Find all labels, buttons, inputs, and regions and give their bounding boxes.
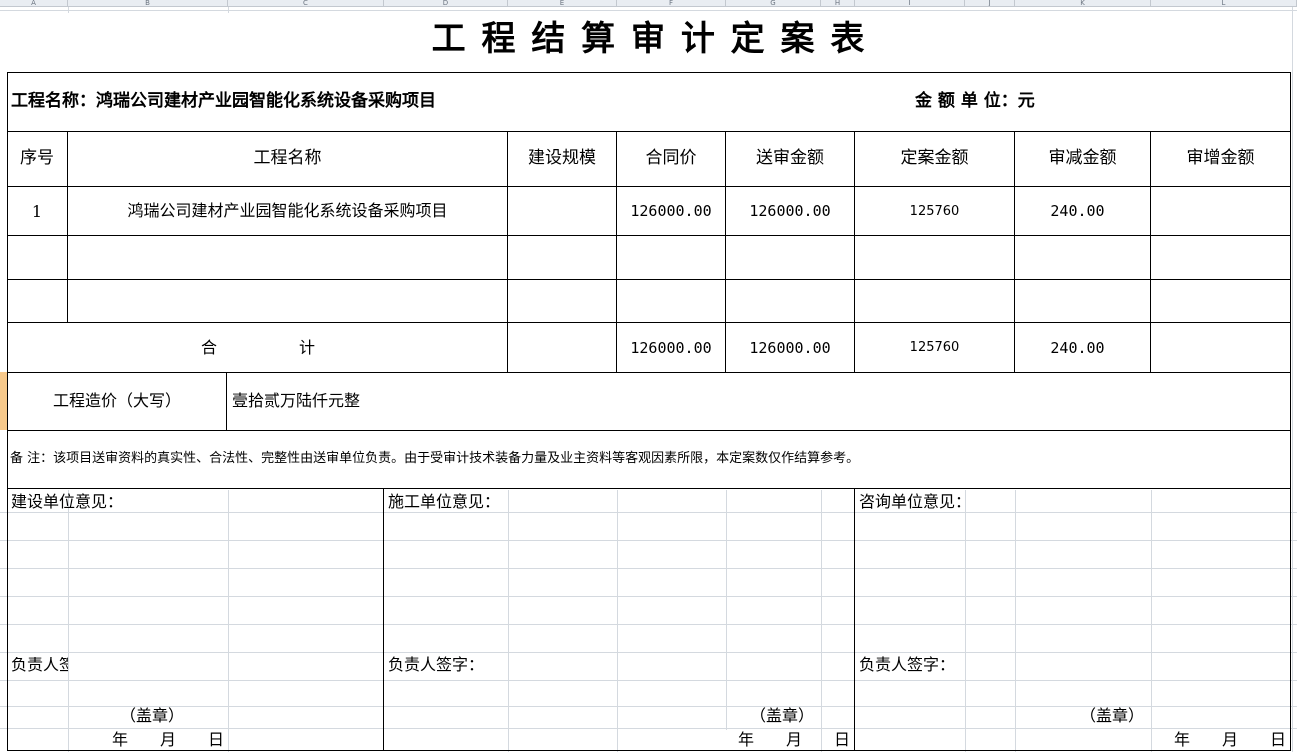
total-submitted-amount[interactable]: 126000.00 <box>726 341 854 356</box>
header-final-amount: 定案金额 <box>900 148 969 168</box>
consulting-unit-month: 月 <box>1222 730 1239 749</box>
gridline <box>0 10 1297 11</box>
gridline <box>0 680 1297 681</box>
gridline <box>68 490 69 752</box>
cell-index[interactable]: 1 <box>7 204 67 220</box>
sheet-title: 工 程 结 算 审 计 定 案 表 <box>431 19 867 59</box>
header-contract-price: 合同价 <box>645 148 697 168</box>
border-line <box>507 131 508 372</box>
construction-unit-month: 月 <box>786 730 803 749</box>
consulting-unit-year: 年 <box>1174 730 1191 749</box>
gridline <box>726 490 727 730</box>
project-name-label: 工程名称：鸿瑞公司建材产业园智能化系统设备采购项目 <box>11 91 436 111</box>
gridline <box>1292 7 1293 752</box>
border-line <box>1150 131 1151 372</box>
cell-final-amount[interactable]: 125760 <box>855 205 1014 218</box>
total-label-ji: 计 <box>299 338 316 357</box>
consulting-unit-title: 咨询单位意见： <box>859 492 972 511</box>
gridline <box>68 7 69 13</box>
column-header-i[interactable]: I <box>855 0 965 7</box>
header-project-name: 工程名称 <box>253 148 322 168</box>
consulting-unit-seal: （盖章） <box>1080 706 1145 725</box>
build-unit-sign-label: 负责人签字： <box>11 657 68 673</box>
gridline <box>0 540 1297 541</box>
border-line <box>1014 131 1015 372</box>
header-index: 序号 <box>20 148 54 168</box>
column-header-j[interactable]: J <box>965 0 1015 7</box>
column-header-l[interactable]: L <box>1151 0 1297 7</box>
active-row-marker <box>0 372 7 430</box>
border-line <box>7 322 1291 323</box>
gridline <box>1015 490 1016 752</box>
total-label-he: 合 <box>201 338 218 357</box>
cost-capital-value[interactable]: 壹拾贰万陆仟元整 <box>232 393 360 409</box>
border-line <box>7 750 1291 751</box>
gridline <box>821 490 822 752</box>
construction-unit-year: 年 <box>738 730 755 749</box>
build-unit-seal: （盖章） <box>120 706 185 725</box>
construction-unit-seal: （盖章） <box>750 706 815 725</box>
header-increased-amount: 审增金额 <box>1186 148 1255 168</box>
column-header-c[interactable]: C <box>228 0 384 7</box>
header-scale: 建设规模 <box>528 148 596 168</box>
border-line <box>7 235 1291 236</box>
gridline <box>0 652 1297 653</box>
column-header-k[interactable]: K <box>1015 0 1151 7</box>
border-line <box>854 131 855 372</box>
border-line <box>854 488 855 751</box>
build-unit-day: 日 <box>208 730 225 749</box>
gridline <box>508 490 509 752</box>
border-line <box>226 372 227 430</box>
border-line <box>383 488 384 751</box>
consulting-unit-sign-label: 负责人签字： <box>859 655 956 674</box>
column-header-e[interactable]: E <box>508 0 617 7</box>
header-reduced-amount: 审减金额 <box>1048 148 1117 168</box>
total-contract-price[interactable]: 126000.00 <box>617 341 725 356</box>
gridline <box>965 490 966 752</box>
border-line <box>7 372 1291 373</box>
construction-unit-sign-label: 负责人签字： <box>388 655 485 674</box>
amount-unit-label: 金 额 单 位：元 <box>915 91 1035 111</box>
cost-capital-label: 工程造价（大写） <box>52 391 181 410</box>
border-line <box>725 131 726 372</box>
construction-unit-title: 施工单位意见： <box>388 492 501 511</box>
border-line <box>7 72 1291 73</box>
construction-unit-day: 日 <box>834 730 851 749</box>
gridline <box>228 490 229 752</box>
total-final-amount[interactable]: 125760 <box>855 341 1014 354</box>
border-line <box>7 72 8 751</box>
cell-reduced-amount[interactable]: 240.00 <box>1015 204 1140 219</box>
gridline <box>617 490 618 752</box>
border-line <box>1290 72 1291 751</box>
gridline <box>0 512 1297 513</box>
border-line <box>7 186 1291 187</box>
consulting-unit-day: 日 <box>1270 730 1287 749</box>
border-line <box>7 131 1291 132</box>
column-header-f[interactable]: F <box>617 0 726 7</box>
gridline <box>1151 490 1152 752</box>
border-line <box>616 131 617 372</box>
cell-submitted-amount[interactable]: 126000.00 <box>726 204 854 219</box>
remark-note: 备 注：该项目送审资料的真实性、合法性、完整性由送审单位负责。由于受审计技术装备… <box>10 451 860 466</box>
column-header-g[interactable]: G <box>726 0 821 7</box>
build-unit-month: 月 <box>160 730 177 749</box>
border-line <box>7 488 1291 489</box>
cell-contract-price[interactable]: 126000.00 <box>617 204 725 219</box>
border-line <box>7 279 1291 280</box>
total-reduced-amount[interactable]: 240.00 <box>1015 341 1140 356</box>
header-submitted-amount: 送审金额 <box>756 148 824 168</box>
gridline <box>0 596 1297 597</box>
gridline <box>0 728 1297 729</box>
gridline <box>0 568 1297 569</box>
gridline <box>0 624 1297 625</box>
column-header-a[interactable]: A <box>0 0 68 7</box>
gridline <box>228 7 229 13</box>
cell-project-name[interactable]: 鸿瑞公司建材产业园智能化系统设备采购项目 <box>68 203 507 219</box>
build-unit-title: 建设单位意见： <box>11 492 124 511</box>
build-unit-year: 年 <box>112 730 129 749</box>
column-header-d[interactable]: D <box>384 0 508 7</box>
border-line <box>7 430 1291 431</box>
column-header-b[interactable]: B <box>68 0 228 7</box>
column-header-h[interactable]: H <box>821 0 855 7</box>
